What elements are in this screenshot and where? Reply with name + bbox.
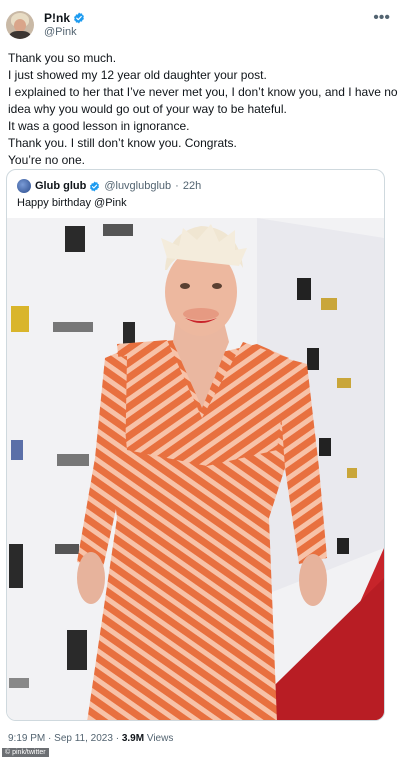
author-avatar[interactable] xyxy=(6,11,34,39)
tweet-header: P!nk @Pink ••• xyxy=(6,8,400,42)
quoted-author-handle[interactable]: @luvglubglub xyxy=(104,180,171,192)
meta-separator: · xyxy=(115,733,120,744)
quoted-tweet-text: Happy birthday @Pink xyxy=(17,197,127,209)
quoted-tweet-header: Glub glub @luvglubglub · 22h xyxy=(17,179,201,193)
quoted-tweet-photo[interactable] xyxy=(7,218,384,720)
meta-separator: · xyxy=(48,733,52,744)
tweet-date[interactable]: Sep 11, 2023 xyxy=(54,733,113,744)
tweet-line: Thank you. I still don’t know you. Congr… xyxy=(8,136,237,150)
more-horizontal-icon[interactable]: ••• xyxy=(373,10,390,26)
author-display-name[interactable]: P!nk xyxy=(44,11,70,25)
tweet-line: idea why you would go out of your way to… xyxy=(8,102,287,116)
tweet-line: It was a good lesson in ignorance. xyxy=(8,119,190,133)
tweet-line: I explained to her that I’ve never met y… xyxy=(8,85,398,99)
quoted-author-display-name[interactable]: Glub glub xyxy=(35,180,86,192)
tweet-line: I just showed my 12 year old daughter yo… xyxy=(8,68,267,82)
tweet-text: Thank you so much. I just showed my 12 y… xyxy=(8,50,398,169)
photo-red-carpet-person xyxy=(7,218,384,720)
views-label: Views xyxy=(146,733,174,744)
verified-badge-icon xyxy=(90,180,100,192)
quoted-author-avatar[interactable] xyxy=(17,179,31,193)
author-handle[interactable]: @Pink xyxy=(44,25,85,39)
author-names: P!nk @Pink xyxy=(44,11,85,39)
quoted-tweet-time[interactable]: 22h xyxy=(183,180,201,192)
tweet-line: Thank you so much. xyxy=(8,51,117,65)
tweet-time[interactable]: 9:19 PM xyxy=(8,733,45,744)
quoted-tweet-card[interactable]: Glub glub @luvglubglub · 22h Happy birth… xyxy=(6,169,385,721)
meta-separator: · xyxy=(175,180,179,192)
photo-credit: © pink/twitter xyxy=(2,748,49,757)
views-count: 3.9M xyxy=(121,733,145,744)
tweet-line: You’re no one. xyxy=(8,153,85,167)
verified-badge-icon xyxy=(74,12,84,24)
tweet-meta: 9:19 PM · Sep 11, 2023 · 3.9M Views xyxy=(8,733,173,744)
